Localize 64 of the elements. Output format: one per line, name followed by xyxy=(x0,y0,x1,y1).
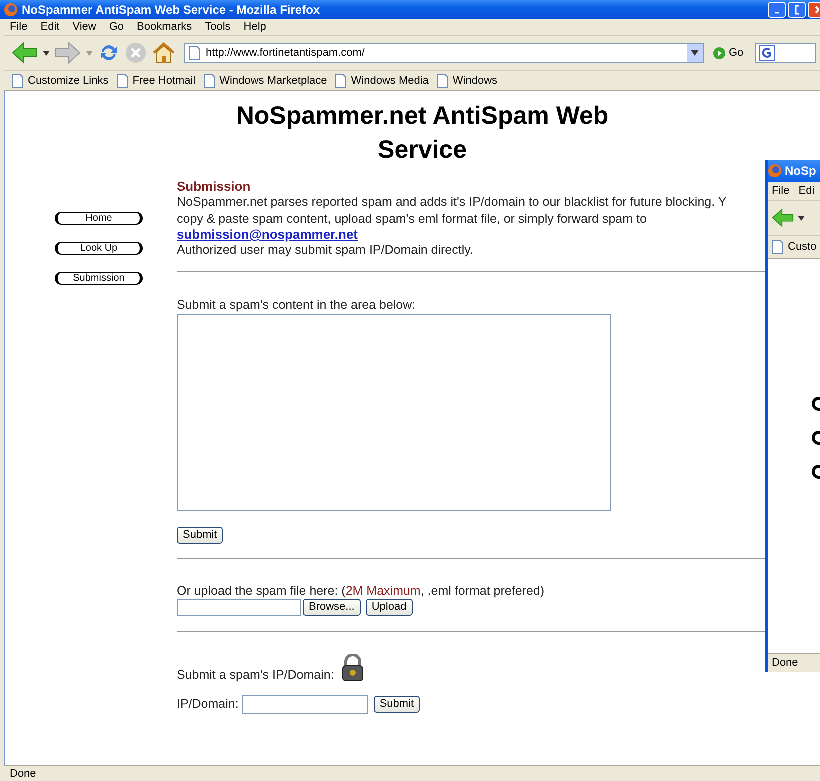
firefox-icon xyxy=(4,2,18,16)
minimize-button[interactable] xyxy=(768,2,786,18)
field-label: IP/Domain: xyxy=(177,697,239,711)
menu-item[interactable]: Edi xyxy=(798,185,815,197)
ip-domain-field[interactable] xyxy=(242,694,368,714)
forward-arrow-icon[interactable] xyxy=(55,42,81,64)
minimize-icon xyxy=(775,12,779,14)
field-label: Submit a spam's content in the area below: xyxy=(177,298,416,312)
nav-button[interactable]: Look Up xyxy=(55,242,143,255)
upload-button[interactable]: Upload xyxy=(366,598,413,616)
menu-item[interactable]: View xyxy=(72,21,96,33)
page-icon xyxy=(204,74,216,88)
play-icon xyxy=(713,46,726,60)
page-icon xyxy=(772,240,784,254)
upload-label: Or upload the spam file here: (2M Maximum, .eml format prefered) xyxy=(177,584,546,598)
back-arrow-icon[interactable] xyxy=(772,208,794,228)
search-field[interactable] xyxy=(754,43,816,63)
window-title: NoSp xyxy=(785,164,816,178)
menu-item[interactable]: Tools xyxy=(205,21,231,33)
go-button[interactable]: Go xyxy=(713,46,744,60)
bookmark-link[interactable]: Customize Links xyxy=(28,74,109,86)
bookmark-link[interactable]: Windows xyxy=(452,74,498,86)
padlock-icon xyxy=(340,654,366,682)
page-icon xyxy=(12,74,24,88)
menu-item[interactable]: Help xyxy=(244,21,266,33)
menu-item[interactable]: Bookmarks xyxy=(137,21,192,33)
caret-icon[interactable] xyxy=(43,50,50,56)
submit-button[interactable]: Submit xyxy=(177,526,224,544)
window-title: NoSpammer AntiSpam Web Service - Mozilla Firefox xyxy=(22,2,322,16)
dropdown-icon[interactable] xyxy=(687,44,703,62)
address-field[interactable]: http://www.fortinetantispam.com/ xyxy=(184,43,704,63)
section-label: Submit a spam's IP/Domain: xyxy=(177,668,334,682)
section-heading: Submission xyxy=(177,179,251,194)
page-icon xyxy=(335,74,348,88)
status-text: Done xyxy=(768,653,820,672)
back-arrow-icon[interactable] xyxy=(12,42,38,64)
nav-button[interactable]: Home xyxy=(55,212,143,225)
bookmark-link[interactable]: Custo xyxy=(788,241,817,253)
intro-text: NoSpammer.net parses reported spam and adds it's IP/domain to our blacklist for future blocking. Y copy & paste spam content, upload spam's eml format file, or simply forward spam to xyxy=(177,194,727,227)
spam-content-field[interactable] xyxy=(177,314,611,510)
bookmark-link[interactable]: Free Hotmail xyxy=(132,74,196,86)
caret-icon[interactable] xyxy=(798,216,805,220)
file-field[interactable] xyxy=(177,598,301,616)
menu-item[interactable]: File xyxy=(10,21,28,33)
menu-item[interactable]: Go xyxy=(109,21,124,33)
page-icon xyxy=(116,74,129,88)
bookmark-link[interactable]: Windows Marketplace xyxy=(220,74,328,86)
search-engine-icon xyxy=(758,45,775,61)
page-icon xyxy=(189,46,201,60)
browse-button[interactable]: Browse... xyxy=(303,598,361,616)
firefox-icon xyxy=(768,164,782,178)
menu-item[interactable]: File xyxy=(772,185,790,197)
email-link[interactable]: submission@nospammer.net xyxy=(177,227,358,242)
note-text: Authorized user may submit spam IP/Domain directly. xyxy=(177,242,474,258)
nav-button[interactable]: Submission xyxy=(55,272,143,285)
close-icon xyxy=(815,6,819,14)
page-icon xyxy=(436,74,449,88)
menu-item[interactable]: Edit xyxy=(40,21,60,33)
page-title: NoSpammer.net AntiSpam Web Service xyxy=(235,101,610,166)
submit-button[interactable]: Submit xyxy=(374,696,420,712)
status-text: Done xyxy=(4,765,820,781)
maximize-button[interactable] xyxy=(788,2,806,18)
home-icon[interactable] xyxy=(152,42,176,64)
bookmark-link[interactable]: Windows Media xyxy=(351,74,429,86)
